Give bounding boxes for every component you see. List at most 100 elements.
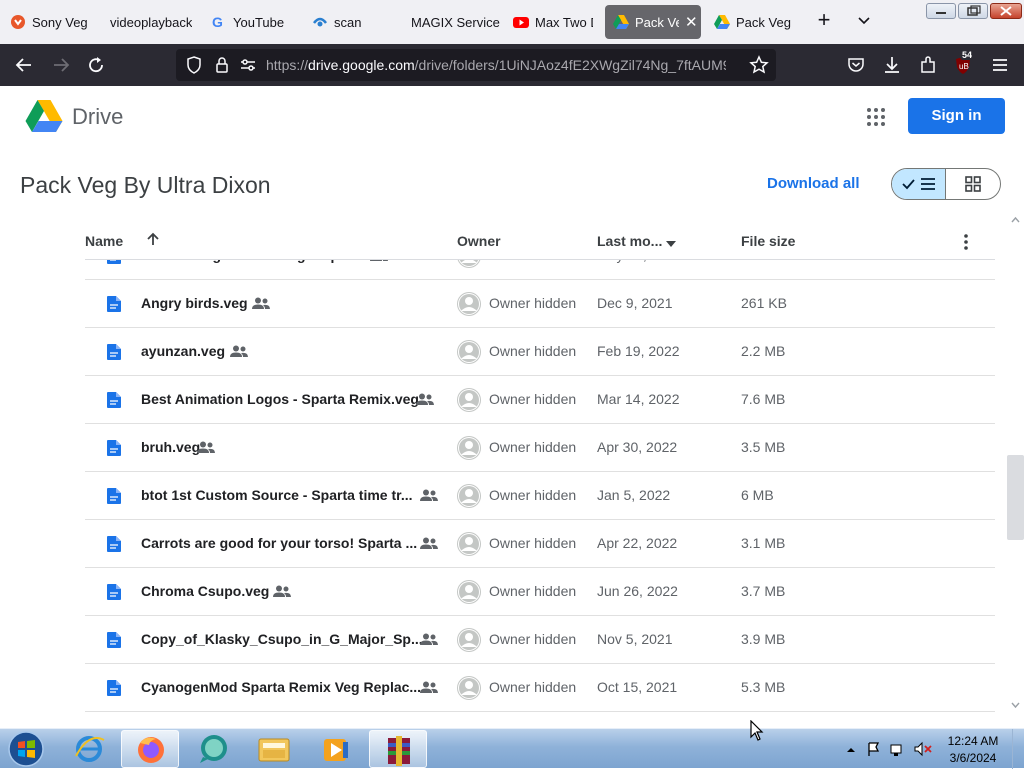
document-file-icon [107, 584, 121, 600]
shared-people-icon [416, 393, 434, 406]
tab-label: Sony Vega [32, 14, 88, 30]
last-modified: Apr 22, 2022 [597, 535, 678, 551]
file-size: 2.2 MB [741, 343, 786, 359]
clock-time[interactable]: 12:24 AM [940, 734, 1006, 748]
document-file-icon [107, 488, 121, 504]
browser-tabstrip: Sony Vega videoplayback G YouTube scan M… [0, 0, 1024, 44]
internet-explorer-icon[interactable] [60, 730, 118, 768]
permissions-icon[interactable] [238, 55, 258, 75]
drive-brand[interactable]: Drive [72, 104, 123, 130]
last-modified: Jan 5, 2022 [597, 487, 671, 503]
sign-in-button[interactable]: Sign in [908, 98, 1005, 134]
hamburger-menu-icon[interactable] [990, 55, 1010, 75]
google-apps-icon[interactable] [866, 107, 886, 127]
tab-magix[interactable]: MAGIX Service [411, 5, 503, 39]
shared-people-icon [230, 345, 248, 358]
avatar [457, 532, 481, 556]
file-size: 3.9 MB [741, 631, 786, 647]
avatar [457, 580, 481, 604]
start-button[interactable] [5, 730, 47, 768]
file-name: CyanogenMod Sparta Remix Veg Replac... [141, 679, 422, 695]
file-row[interactable]: CyanogenMod Sparta Remix Veg Replac... O… [85, 664, 995, 712]
media-player-icon[interactable] [307, 730, 365, 768]
column-owner[interactable]: Owner [457, 233, 501, 249]
column-name[interactable]: Name [85, 233, 123, 249]
shared-people-icon [420, 537, 438, 550]
sort-ascending-icon[interactable] [145, 231, 161, 250]
last-modified: Feb 19, 2022 [597, 343, 680, 359]
download-icon[interactable] [882, 55, 902, 75]
file-size: 3.5 MB [741, 439, 786, 455]
minimize-button[interactable] [926, 3, 956, 19]
close-window-button[interactable] [990, 3, 1022, 19]
last-modified: Jun 26, 2022 [597, 583, 678, 599]
tab-label: scan [334, 14, 362, 30]
file-size: 6 MB [741, 487, 774, 503]
messenger-icon[interactable] [183, 730, 241, 768]
list-view-button[interactable] [892, 169, 947, 199]
tab-sony-vegas[interactable]: Sony Vega [10, 5, 88, 39]
drive-logo-icon[interactable] [25, 99, 63, 133]
tab-max-two[interactable]: Max Two D [513, 5, 593, 39]
column-last-modified[interactable]: Last mo... [597, 233, 662, 249]
close-icon[interactable]: ✕ [685, 15, 698, 30]
tab-videoplayback[interactable]: videoplayback [110, 5, 200, 39]
grid-view-button[interactable] [946, 169, 1000, 199]
last-modified: Oct 15, 2021 [597, 679, 678, 695]
file-row[interactable]: Carrots are good for your torso! Sparta … [85, 520, 995, 568]
reload-icon[interactable] [86, 55, 106, 75]
chevron-up-icon [847, 748, 855, 752]
file-row[interactable]: Copy_of_Klasky_Csupo_in_G_Major_Sp... Ow… [85, 616, 995, 664]
document-file-icon [107, 680, 121, 696]
sort-dropdown-icon[interactable] [665, 236, 677, 252]
back-arrow-icon[interactable] [14, 55, 34, 75]
owner-name: Owner hidden [489, 679, 577, 695]
firefox-icon[interactable] [121, 730, 179, 768]
extensions-icon[interactable] [918, 55, 938, 75]
show-desktop-button[interactable] [1012, 729, 1024, 769]
forward-arrow-icon[interactable] [51, 55, 71, 75]
file-name: Angry birds.veg [141, 295, 248, 311]
file-row[interactable]: btot 1st Custom Source - Sparta time tr.… [85, 472, 995, 520]
bookmark-star-icon[interactable] [749, 55, 769, 75]
file-row[interactable]: Angry birds.veg Owner hidden Dec 9, 2021… [85, 280, 995, 328]
pocket-icon[interactable] [846, 55, 866, 75]
flag-icon [868, 742, 880, 756]
sony-vegas-icon [10, 14, 26, 30]
system-tray [845, 741, 935, 757]
new-tab-button[interactable]: + [813, 9, 835, 32]
clock-date[interactable]: 3/6/2024 [940, 751, 1006, 765]
tab-label: Pack Veg [635, 14, 679, 30]
tab-scan[interactable]: scan [312, 5, 402, 39]
file-size: 3.1 MB [741, 535, 786, 551]
file-row[interactable]: Best Animation Logos - Sparta Remix.veg … [85, 376, 995, 424]
url-bar[interactable]: https://drive.google.com/drive/folders/1… [176, 49, 776, 81]
svg-text:G: G [212, 14, 223, 30]
document-file-icon [107, 440, 121, 456]
tab-pack-veg-active[interactable]: Pack Veg ✕ [605, 5, 701, 39]
more-options-icon[interactable] [963, 234, 969, 253]
file-row[interactable]: ayunzan.veg Owner hidden Feb 19, 2022 2.… [85, 328, 995, 376]
winrar-icon[interactable] [369, 730, 427, 768]
google-icon: G [211, 14, 227, 30]
view-toggle [891, 168, 1001, 200]
mouse-cursor-icon [750, 719, 764, 742]
lock-icon[interactable] [212, 55, 232, 75]
file-size: 7.6 MB [741, 391, 786, 407]
tab-pack-veg-b[interactable]: Pack Veg B [714, 5, 794, 39]
download-all-button[interactable]: Download all [767, 175, 860, 192]
file-explorer-icon[interactable] [245, 730, 303, 768]
owner-name: Owner hidden [489, 631, 577, 647]
file-row[interactable]: bruh.veg Owner hidden Apr 30, 2022 3.5 M… [85, 424, 995, 472]
column-file-size[interactable]: File size [741, 233, 795, 249]
tab-youtube[interactable]: G YouTube [211, 5, 301, 39]
chevron-down-icon[interactable] [855, 12, 873, 30]
shield-icon[interactable] [184, 55, 204, 75]
shared-people-icon [420, 489, 438, 502]
scrollbar-thumb[interactable] [1007, 455, 1024, 540]
avatar [457, 292, 481, 316]
restore-button[interactable] [958, 3, 988, 19]
owner-name: Owner hidden [489, 583, 577, 599]
file-row[interactable]: Chroma Csupo.veg Owner hidden Jun 26, 20… [85, 568, 995, 616]
url-text[interactable]: https://drive.google.com/drive/folders/1… [266, 57, 726, 73]
